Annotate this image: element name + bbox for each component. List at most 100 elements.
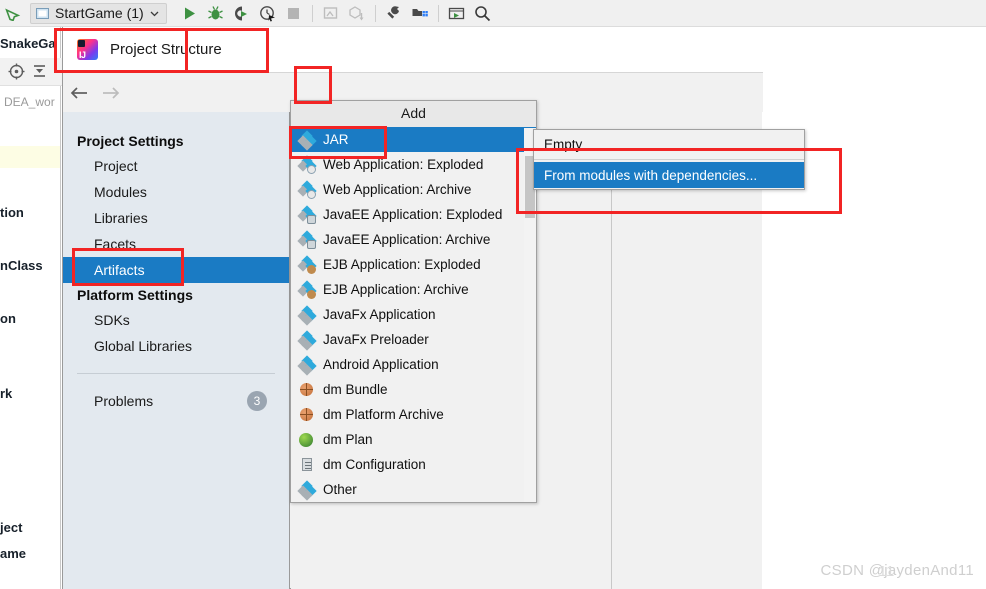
menu-item-other[interactable]: Other — [291, 477, 536, 502]
terminal-icon[interactable] — [444, 2, 470, 24]
web-archive-icon — [297, 179, 317, 199]
back-arrow-icon[interactable] — [63, 78, 95, 108]
menu-item-jar[interactable]: JAR — [291, 127, 536, 152]
menu-item-label: EJB Application: Archive — [323, 282, 469, 297]
ejb-archive-icon — [297, 279, 317, 299]
editor-fragment-0: SnakeGa — [0, 36, 56, 51]
screenshot-root: DEA_wor SnakeGa tion nClass on rk ject a… — [0, 0, 986, 589]
forward-arrow-icon — [95, 78, 127, 108]
web-exploded-icon — [297, 154, 317, 174]
run-config-icon — [35, 6, 50, 21]
menu-item-ejb-application-exploded[interactable]: EJB Application: Exploded — [291, 252, 536, 277]
menu-item-label: Empty — [544, 136, 583, 152]
menu-item-dm-configuration[interactable]: dm Configuration — [291, 452, 536, 477]
dm-configuration-icon — [299, 457, 315, 473]
editor-fragment-4: rk — [0, 386, 13, 401]
menu-item-label: Other — [323, 482, 357, 497]
menu-item-label: From modules with dependencies... — [544, 167, 758, 183]
editor-highlight-line — [0, 146, 60, 168]
menu-item-label: JavaEE Application: Archive — [323, 232, 491, 247]
menu-item-dm-platform-archive[interactable]: dm Platform Archive — [291, 402, 536, 427]
dialog-title: Project Structure — [110, 41, 222, 58]
sidebar-item-modules[interactable]: Modules — [63, 179, 289, 205]
artifacts-pane-divider — [611, 178, 612, 589]
dm-bundle-icon — [299, 382, 315, 398]
settings-sidebar: Project Settings Project Modules Librari… — [63, 112, 290, 589]
sidebar-item-project[interactable]: Project — [63, 153, 289, 179]
menu-item-javafx-preloader[interactable]: JavaFx Preloader — [291, 327, 536, 352]
menu-item-web-application-archive[interactable]: Web Application: Archive — [291, 177, 536, 202]
run-configuration-selector[interactable]: StartGame (1) — [30, 2, 167, 24]
project-structure-icon[interactable] — [407, 2, 433, 24]
run-icon[interactable] — [177, 2, 203, 24]
other-icon — [297, 479, 317, 501]
submenu-item-empty[interactable]: Empty — [534, 131, 804, 157]
submenu-separator — [534, 159, 804, 160]
toolbar-separator-2 — [374, 4, 376, 22]
sidebar-item-facets[interactable]: Facets — [63, 231, 289, 257]
profile-icon[interactable] — [255, 2, 281, 24]
menu-item-javaee-application-archive[interactable]: JavaEE Application: Archive — [291, 227, 536, 252]
toolbar-separator-3 — [437, 4, 439, 22]
editor-fragment-3: on — [0, 311, 16, 326]
menu-item-label: dm Bundle — [323, 382, 388, 397]
stop-icon — [281, 2, 307, 24]
menu-item-ejb-application-archive[interactable]: EJB Application: Archive — [291, 277, 536, 302]
jar-icon — [297, 129, 317, 151]
jar-submenu: Empty From modules with dependencies... — [533, 129, 805, 190]
javaee-archive-icon — [297, 229, 317, 249]
editor-fragment-1: tion — [0, 205, 24, 220]
run-coverage-icon[interactable] — [229, 2, 255, 24]
project-settings-header: Project Settings — [77, 133, 184, 149]
submenu-item-from-modules-with-dependencies[interactable]: From modules with dependencies... — [534, 162, 804, 188]
editor-fragment-5: ject — [0, 520, 23, 535]
android-icon — [297, 354, 317, 376]
csdn-watermark: CSDN @jaydenAnd11 11 — [820, 562, 974, 580]
project-tree-divider — [60, 27, 61, 589]
settings-wrench-icon[interactable] — [381, 2, 407, 24]
main-toolbar: StartGame (1) — [0, 0, 986, 27]
menu-item-javafx-application[interactable]: JavaFx Application — [291, 302, 536, 327]
platform-settings-header: Platform Settings — [77, 287, 193, 303]
menu-item-label: JavaFx Preloader — [323, 332, 429, 347]
menu-item-label: dm Configuration — [323, 457, 426, 472]
menu-item-android-application[interactable]: Android Application — [291, 352, 536, 377]
javafx-icon — [297, 304, 317, 326]
sidebar-item-artifacts[interactable]: Artifacts — [63, 257, 289, 283]
collapse-all-icon[interactable] — [31, 63, 48, 80]
menu-item-label: Android Application — [323, 357, 439, 372]
menu-item-label: JavaEE Application: Exploded — [323, 207, 503, 222]
sidebar-item-global-libraries[interactable]: Global Libraries — [63, 333, 289, 359]
add-artifact-menu: Add JAR Web Application: Exploded Web Ap… — [290, 100, 537, 503]
menu-item-label: JavaFx Application — [323, 307, 436, 322]
menu-item-dm-plan[interactable]: dm Plan — [291, 427, 536, 452]
locate-icon[interactable] — [8, 63, 25, 80]
chevron-down-icon — [149, 8, 160, 19]
editor-fragment-6: ame — [0, 546, 27, 561]
dialog-titlebar: Project Structure — [63, 27, 763, 73]
javafx-preloader-icon — [297, 329, 317, 351]
sidebar-item-problems[interactable]: Problems 3 — [63, 374, 289, 411]
cursor-icon[interactable] — [0, 2, 26, 24]
menu-item-web-application-exploded[interactable]: Web Application: Exploded — [291, 152, 536, 177]
problems-label: Problems — [94, 393, 154, 409]
sidebar-item-sdks[interactable]: SDKs — [63, 307, 289, 333]
menu-item-label: EJB Application: Exploded — [323, 257, 481, 272]
problems-count-badge: 3 — [247, 391, 267, 411]
breadcrumb: DEA_wor — [4, 95, 55, 109]
javaee-exploded-icon — [297, 204, 317, 224]
debug-icon[interactable] — [203, 2, 229, 24]
editor-fragment-2: nClass — [0, 258, 43, 273]
menu-item-dm-bundle[interactable]: dm Bundle — [291, 377, 536, 402]
watermark-text: CSDN @jaydenAnd11 — [820, 562, 974, 579]
menu-item-label: Web Application: Exploded — [323, 157, 484, 172]
build-artifact-icon — [344, 2, 370, 24]
menu-item-javaee-application-exploded[interactable]: JavaEE Application: Exploded — [291, 202, 536, 227]
search-everywhere-icon[interactable] — [470, 2, 496, 24]
dm-platform-archive-icon — [299, 407, 315, 423]
menu-item-label: dm Plan — [323, 432, 373, 447]
run-config-label: StartGame (1) — [55, 5, 144, 21]
sidebar-item-libraries[interactable]: Libraries — [63, 205, 289, 231]
add-menu-title: Add — [291, 101, 536, 127]
update-app-icon — [318, 2, 344, 24]
